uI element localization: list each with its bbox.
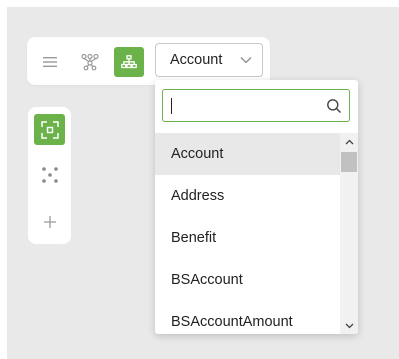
scroll-down-button[interactable] — [340, 317, 358, 334]
option-label: BSAccountAmount — [171, 314, 293, 330]
option-bsaccount[interactable]: BSAccount — [155, 259, 340, 301]
scrollbar[interactable] — [340, 133, 358, 334]
search-icon — [327, 99, 342, 114]
option-account[interactable]: Account — [155, 133, 340, 175]
layout-button[interactable] — [34, 159, 65, 190]
option-address[interactable]: Address — [155, 175, 340, 217]
option-label: Address — [171, 188, 225, 204]
option-bsaccountamount[interactable]: BSAccountAmount — [155, 301, 340, 334]
hierarchy-view-button[interactable] — [114, 47, 144, 77]
dots-layout-icon — [41, 166, 58, 183]
options-list: Account Address Benefit BSAccount BSAcco… — [155, 133, 340, 334]
text-caret — [171, 98, 172, 114]
scrollbar-thumb[interactable] — [341, 152, 357, 172]
side-toolbar — [28, 107, 71, 244]
option-label: Account — [171, 146, 224, 162]
search-input[interactable] — [169, 94, 319, 117]
hierarchy-icon — [121, 55, 137, 69]
model-dropdown-panel: Account Address Benefit BSAccount BSAcco… — [155, 80, 358, 334]
network-tree-icon — [81, 53, 99, 71]
scroll-up-button[interactable] — [340, 133, 358, 150]
plus-icon — [43, 215, 56, 228]
fit-to-screen-icon — [40, 120, 59, 139]
add-button[interactable] — [34, 206, 65, 237]
tree-view-button[interactable] — [75, 47, 105, 77]
option-benefit[interactable]: Benefit — [155, 217, 340, 259]
menu-button[interactable] — [35, 47, 65, 77]
model-select-value: Account — [170, 52, 223, 68]
option-label: BSAccount — [171, 272, 243, 288]
chevron-up-icon — [345, 139, 353, 144]
hamburger-menu-icon — [43, 57, 57, 67]
toolbar: Account — [27, 37, 270, 85]
model-select[interactable]: Account — [155, 43, 263, 77]
search-field[interactable] — [162, 89, 350, 122]
chevron-down-icon — [239, 53, 253, 67]
chevron-down-icon — [345, 323, 353, 328]
option-label: Benefit — [171, 230, 217, 246]
fit-to-screen-button[interactable] — [34, 114, 65, 145]
